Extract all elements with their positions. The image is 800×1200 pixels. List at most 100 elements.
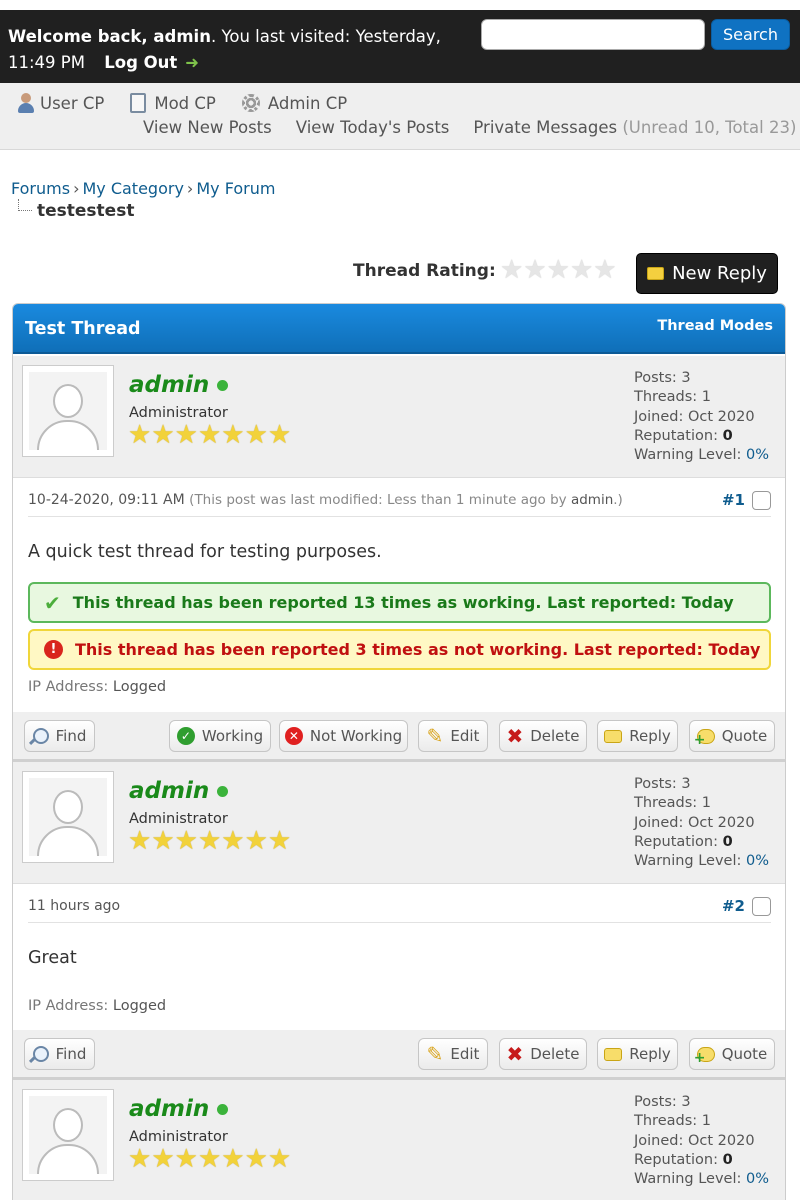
- reply-button[interactable]: Reply: [597, 720, 678, 752]
- quote-bubble-icon: [694, 1046, 715, 1064]
- star-icon: ★: [267, 420, 292, 450]
- user-cp-link[interactable]: User CP: [16, 92, 104, 114]
- username[interactable]: admin: [129, 778, 229, 804]
- star-icon: ★: [128, 826, 152, 856]
- stat-label: Warning Level:: [634, 447, 742, 464]
- modified-by-link[interactable]: admin: [571, 492, 613, 508]
- working-button[interactable]: ✓ Working: [169, 720, 271, 752]
- stat-threads: 1: [701, 795, 711, 812]
- username[interactable]: admin: [129, 1096, 229, 1122]
- post-actions: Find ✎ Edit ✖ Delete Reply Quote: [13, 1030, 785, 1080]
- last-visit-time: 11:49 PM: [8, 53, 85, 72]
- new-reply-label: New Reply: [672, 263, 767, 284]
- stat-posts: 3: [681, 776, 691, 792]
- quote-button[interactable]: Quote: [689, 1038, 775, 1070]
- quote-bubble-icon: [694, 728, 715, 746]
- breadcrumb-category[interactable]: My Category: [82, 179, 183, 198]
- stat-warning-level[interactable]: 0%: [746, 1171, 769, 1187]
- search-input[interactable]: [481, 19, 705, 50]
- modified-suffix: .): [613, 492, 623, 508]
- gear-icon: [241, 94, 260, 112]
- reply-button[interactable]: Reply: [597, 1038, 678, 1070]
- delete-button[interactable]: ✖ Delete: [499, 1038, 587, 1070]
- post: admin Administrator ★ ★ ★ ★ ★ ★ ★ Posts: 3 Thr…: [13, 762, 785, 1080]
- star-icon: ★: [151, 826, 175, 856]
- view-todays-posts-link[interactable]: View Today's Posts: [296, 118, 450, 137]
- mod-cp-link[interactable]: Mod CP: [130, 92, 216, 114]
- breadcrumb-forums[interactable]: Forums: [11, 179, 70, 198]
- delete-button[interactable]: ✖ Delete: [499, 720, 587, 752]
- error-icon: !: [44, 640, 63, 659]
- stat-posts: 3: [681, 370, 691, 386]
- rating-star-icon[interactable]: ★: [593, 256, 616, 284]
- clipboard-icon: [130, 93, 147, 113]
- post: admin Administrator ★ ★ ★ ★ ★ ★ ★ Posts: 3 Thr…: [13, 1080, 785, 1200]
- online-status-icon: [217, 379, 229, 391]
- username[interactable]: admin: [129, 372, 229, 398]
- stat-label: Reputation:: [634, 427, 718, 444]
- find-button[interactable]: Find: [24, 1038, 95, 1070]
- search-button[interactable]: Search: [711, 19, 790, 50]
- find-label: Find: [55, 1045, 87, 1063]
- rating-star-icon[interactable]: ★: [547, 256, 570, 284]
- avatar[interactable]: [22, 1089, 114, 1181]
- not-working-button[interactable]: ✕ Not Working: [279, 720, 408, 752]
- edit-button[interactable]: ✎ Edit: [418, 1038, 488, 1070]
- rating-star-icon[interactable]: ★: [570, 256, 593, 284]
- reply-bubble-icon: [647, 267, 665, 280]
- post-modified-note: (This post was last modified: Less than …: [189, 492, 623, 508]
- x-circle-icon: ✕: [284, 727, 303, 745]
- post-number-link[interactable]: #1: [722, 491, 745, 509]
- star-icon: ★: [221, 420, 245, 450]
- stat-label: Reputation:: [634, 833, 718, 850]
- admin-cp-link[interactable]: Admin CP: [241, 92, 347, 114]
- find-button[interactable]: Find: [24, 720, 95, 752]
- private-messages-link[interactable]: Private Messages: [473, 118, 617, 137]
- stat-warning-level[interactable]: 0%: [746, 447, 769, 463]
- thread-rating-stars[interactable]: ★ ★ ★ ★ ★: [500, 256, 617, 284]
- post-date: 11 hours ago: [28, 898, 121, 914]
- post-number-link[interactable]: #2: [722, 897, 745, 915]
- stat-reputation[interactable]: 0: [723, 834, 733, 850]
- stat-warning-level[interactable]: 0%: [746, 853, 769, 869]
- thread-title: Test Thread: [25, 319, 141, 339]
- stat-label: Threads:: [634, 1113, 698, 1130]
- post-author: admin Administrator ★ ★ ★ ★ ★ ★ ★ Posts: 3 Thr…: [13, 356, 785, 478]
- working-notice-text: This thread has been reported 13 times a…: [72, 593, 734, 612]
- thread-header: Test Thread Thread Modes: [13, 304, 785, 354]
- stat-reputation[interactable]: 0: [723, 428, 733, 444]
- breadcrumb-separator: ›: [73, 179, 80, 198]
- stat-reputation[interactable]: 0: [723, 1152, 733, 1168]
- post-select-checkbox[interactable]: [752, 897, 771, 916]
- stat-label: Warning Level:: [634, 853, 742, 870]
- stat-threads: 1: [701, 1113, 711, 1130]
- modified-prefix: (This post was last modified: Less than …: [189, 492, 567, 508]
- stat-label: Posts:: [634, 1094, 677, 1110]
- current-thread-name: testestest: [37, 201, 135, 221]
- quote-label: Quote: [721, 727, 768, 745]
- stat-joined: Oct 2020: [688, 814, 755, 831]
- stat-posts: 3: [681, 1094, 691, 1110]
- post-select-checkbox[interactable]: [752, 491, 771, 510]
- ip-address: IP Address: Logged: [28, 679, 166, 695]
- stat-threads: 1: [701, 389, 711, 406]
- avatar[interactable]: [22, 365, 114, 457]
- logout-link[interactable]: Log Out ➜: [104, 53, 199, 72]
- mod-cp-label: Mod CP: [154, 93, 216, 113]
- magnifier-icon: [32, 1046, 49, 1062]
- quote-button[interactable]: Quote: [689, 720, 775, 752]
- breadcrumb-forum[interactable]: My Forum: [196, 179, 275, 198]
- rating-star-icon[interactable]: ★: [523, 256, 546, 284]
- find-label: Find: [55, 727, 87, 745]
- rating-star-icon[interactable]: ★: [500, 256, 523, 284]
- thread-modes-link[interactable]: Thread Modes: [657, 318, 773, 334]
- post-meta: 11 hours ago #2: [28, 885, 771, 923]
- tree-branch-icon: [18, 199, 32, 211]
- view-new-posts-link[interactable]: View New Posts: [143, 118, 272, 137]
- check-circle-icon: ✓: [176, 727, 195, 745]
- delete-label: Delete: [530, 727, 580, 745]
- edit-button[interactable]: ✎ Edit: [418, 720, 488, 752]
- avatar[interactable]: [22, 771, 114, 863]
- new-reply-button[interactable]: New Reply: [636, 253, 778, 294]
- breadcrumb-separator: ›: [186, 179, 194, 198]
